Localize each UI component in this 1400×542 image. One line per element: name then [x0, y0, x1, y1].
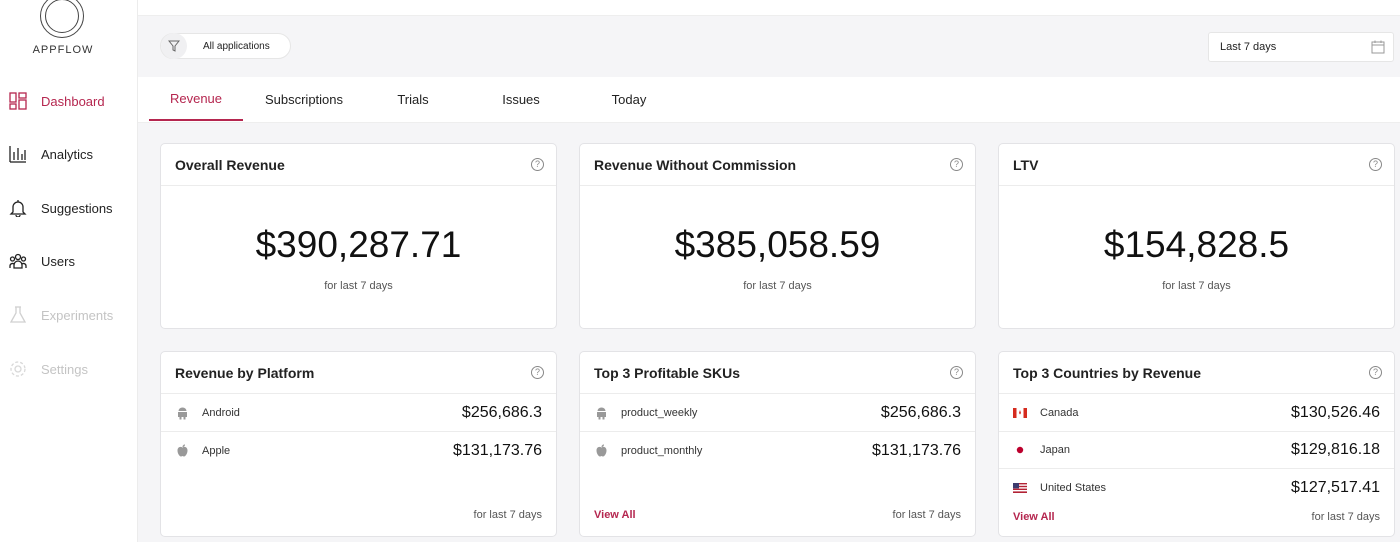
country-value: $130,526.46 — [1291, 404, 1380, 421]
list-item: United States $127,517.41 — [999, 469, 1394, 506]
card-title: Revenue Without Commission — [594, 156, 797, 173]
card-period: for last 7 days — [892, 509, 961, 521]
gear-icon — [8, 359, 28, 379]
application-filter-label: All applications — [203, 40, 270, 52]
card-title: Overall Revenue — [175, 156, 285, 173]
kpi-value: $385,058.59 — [674, 224, 881, 265]
date-range-select[interactable]: Last 7 days — [1208, 32, 1394, 62]
help-icon[interactable]: ? — [531, 158, 544, 171]
ltv-card: LTV? $154,828.5 for last 7 days — [998, 143, 1395, 329]
list-item: Canada $130,526.46 — [999, 395, 1394, 432]
sidebar-item-users[interactable]: Users — [0, 246, 138, 276]
sidebar-item-label: Dashboard — [41, 93, 105, 109]
date-range-label: Last 7 days — [1220, 41, 1277, 53]
appflow-logo-icon[interactable] — [40, 0, 84, 38]
sidebar-item-label: Users — [41, 253, 75, 269]
list-item: Android $256,686.3 — [161, 395, 556, 432]
sidebar-item-label: Settings — [41, 361, 88, 377]
sidebar-item-settings[interactable]: Settings — [0, 354, 138, 384]
list-item: Apple $131,173.76 — [161, 432, 556, 469]
country-label: Japan — [1040, 444, 1070, 456]
country-label: Canada — [1040, 407, 1079, 419]
tab-today[interactable]: Today — [599, 77, 659, 121]
country-label: United States — [1040, 481, 1107, 494]
kpi-period: for last 7 days — [1162, 280, 1231, 292]
calendar-icon — [1371, 40, 1385, 59]
list-item: Japan $129,816.18 — [999, 432, 1394, 469]
country-value: $127,517.41 — [1291, 478, 1380, 496]
top-header — [138, 0, 1400, 16]
list-item: product_weekly $256,686.3 — [580, 395, 975, 432]
platform-label: Apple — [202, 444, 231, 457]
platform-value: $131,173.76 — [453, 441, 542, 459]
platform-value: $256,686.3 — [461, 404, 542, 421]
canada-flag-icon — [1013, 406, 1027, 420]
sku-label: product_monthly — [621, 444, 703, 457]
brand-name: APPFLOW — [32, 44, 94, 56]
view-all-link[interactable]: View All — [1013, 511, 1055, 523]
card-title: Top 3 Countries by Revenue — [1013, 364, 1201, 381]
revenue-without-commission-card: Revenue Without Commission? $385,058.59 … — [579, 143, 976, 329]
card-title: Top 3 Profitable SKUs — [594, 364, 740, 381]
japan-flag-icon — [1013, 443, 1027, 457]
sidebar-item-label: Suggestions — [41, 200, 113, 216]
android-icon — [175, 406, 189, 420]
kpi-value: $154,828.5 — [1103, 224, 1290, 265]
grid-icon — [8, 91, 28, 111]
list-item: product_monthly $131,173.76 — [580, 432, 975, 469]
tab-subscriptions[interactable]: Subscriptions — [254, 77, 354, 121]
apple-icon — [175, 444, 189, 458]
card-period: for last 7 days — [473, 509, 542, 521]
sku-label: product_weekly — [621, 407, 698, 419]
application-filter[interactable]: All applications — [160, 33, 291, 59]
overall-revenue-card: Overall Revenue? $390,287.71 for last 7 … — [160, 143, 557, 329]
top-skus-card: Top 3 Profitable SKUs? product_weekly $2… — [579, 351, 976, 537]
help-icon[interactable]: ? — [950, 366, 963, 379]
sidebar-item-suggestions[interactable]: Suggestions — [0, 193, 138, 223]
tab-issues[interactable]: Issues — [491, 77, 551, 121]
kpi-period: for last 7 days — [743, 280, 812, 292]
sku-value: $256,686.3 — [880, 404, 961, 421]
sidebar-item-dashboard[interactable]: Dashboard — [0, 86, 138, 116]
sku-value: $131,173.76 — [872, 441, 961, 459]
kpi-period: for last 7 days — [324, 280, 393, 292]
card-title: LTV — [1013, 156, 1039, 173]
revenue-by-platform-card: Revenue by Platform? Android $256,686.3 … — [160, 351, 557, 537]
bar-chart-icon — [8, 144, 28, 164]
help-icon[interactable]: ? — [1369, 158, 1382, 171]
filter-bar: All applications Last 7 days — [138, 17, 1400, 77]
view-all-link[interactable]: View All — [594, 509, 636, 521]
sidebar-item-label: Analytics — [41, 146, 94, 162]
tab-revenue[interactable]: Revenue — [149, 77, 243, 121]
top-countries-card: Top 3 Countries by Revenue? Canada $130,… — [998, 351, 1395, 537]
bell-icon — [8, 198, 28, 218]
help-icon[interactable]: ? — [950, 158, 963, 171]
country-value: $129,816.18 — [1291, 441, 1380, 458]
users-icon — [8, 251, 28, 271]
us-flag-icon — [1013, 481, 1027, 495]
sidebar: APPFLOW Dashboard Analytics Suggestions … — [0, 0, 138, 542]
apple-icon — [594, 444, 608, 458]
sidebar-item-analytics[interactable]: Analytics — [0, 139, 138, 169]
sidebar-item-experiments[interactable]: Experiments — [0, 300, 138, 330]
help-icon[interactable]: ? — [531, 366, 544, 379]
tab-bar: Revenue Subscriptions Trials Issues Toda… — [138, 77, 1400, 123]
flask-icon — [8, 305, 28, 325]
sidebar-item-label: Experiments — [41, 307, 114, 323]
card-period: for last 7 days — [1311, 511, 1380, 523]
tab-trials[interactable]: Trials — [383, 77, 443, 121]
platform-label: Android — [202, 407, 240, 419]
filter-icon — [161, 33, 187, 59]
card-title: Revenue by Platform — [175, 364, 315, 381]
help-icon[interactable]: ? — [1369, 366, 1382, 379]
android-icon — [594, 406, 608, 420]
kpi-value: $390,287.71 — [255, 224, 462, 265]
